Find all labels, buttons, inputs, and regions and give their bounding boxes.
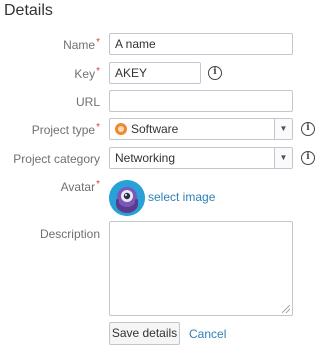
info-icon[interactable]: i	[208, 66, 222, 80]
chevron-down-icon[interactable]: ▼	[274, 148, 292, 168]
required-asterisk: *	[96, 122, 100, 133]
description-label: Description	[39, 227, 100, 241]
select-image-link[interactable]: select image	[148, 190, 215, 204]
project-type-label: Project type*	[31, 122, 100, 137]
key-label: Key*	[74, 66, 100, 81]
project-type-select[interactable]: Software ▼	[109, 118, 293, 140]
description-textarea[interactable]	[109, 221, 293, 316]
project-avatar-icon	[109, 180, 145, 216]
save-details-button[interactable]: Save details	[109, 322, 180, 345]
project-category-value: Networking	[115, 151, 176, 165]
avatar-label: Avatar*	[60, 179, 100, 194]
software-icon	[115, 123, 127, 135]
key-input[interactable]	[109, 62, 201, 84]
name-input[interactable]	[109, 33, 293, 55]
chevron-down-icon[interactable]: ▼	[274, 119, 292, 139]
project-category-label: Project category	[13, 152, 100, 166]
project-category-select[interactable]: Networking ▼	[109, 147, 293, 169]
page-title: Details	[4, 2, 53, 19]
required-asterisk: *	[96, 37, 100, 48]
info-icon[interactable]: i	[301, 122, 315, 136]
info-icon[interactable]: i	[301, 151, 315, 165]
resize-handle-icon[interactable]	[282, 305, 290, 313]
required-asterisk: *	[96, 179, 100, 190]
url-input[interactable]	[109, 90, 293, 112]
avatar[interactable]	[109, 180, 145, 216]
cancel-link[interactable]: Cancel	[189, 327, 226, 341]
required-asterisk: *	[96, 66, 100, 77]
url-label: URL	[75, 95, 100, 109]
name-label: Name*	[63, 37, 100, 52]
project-type-value: Software	[131, 122, 179, 136]
